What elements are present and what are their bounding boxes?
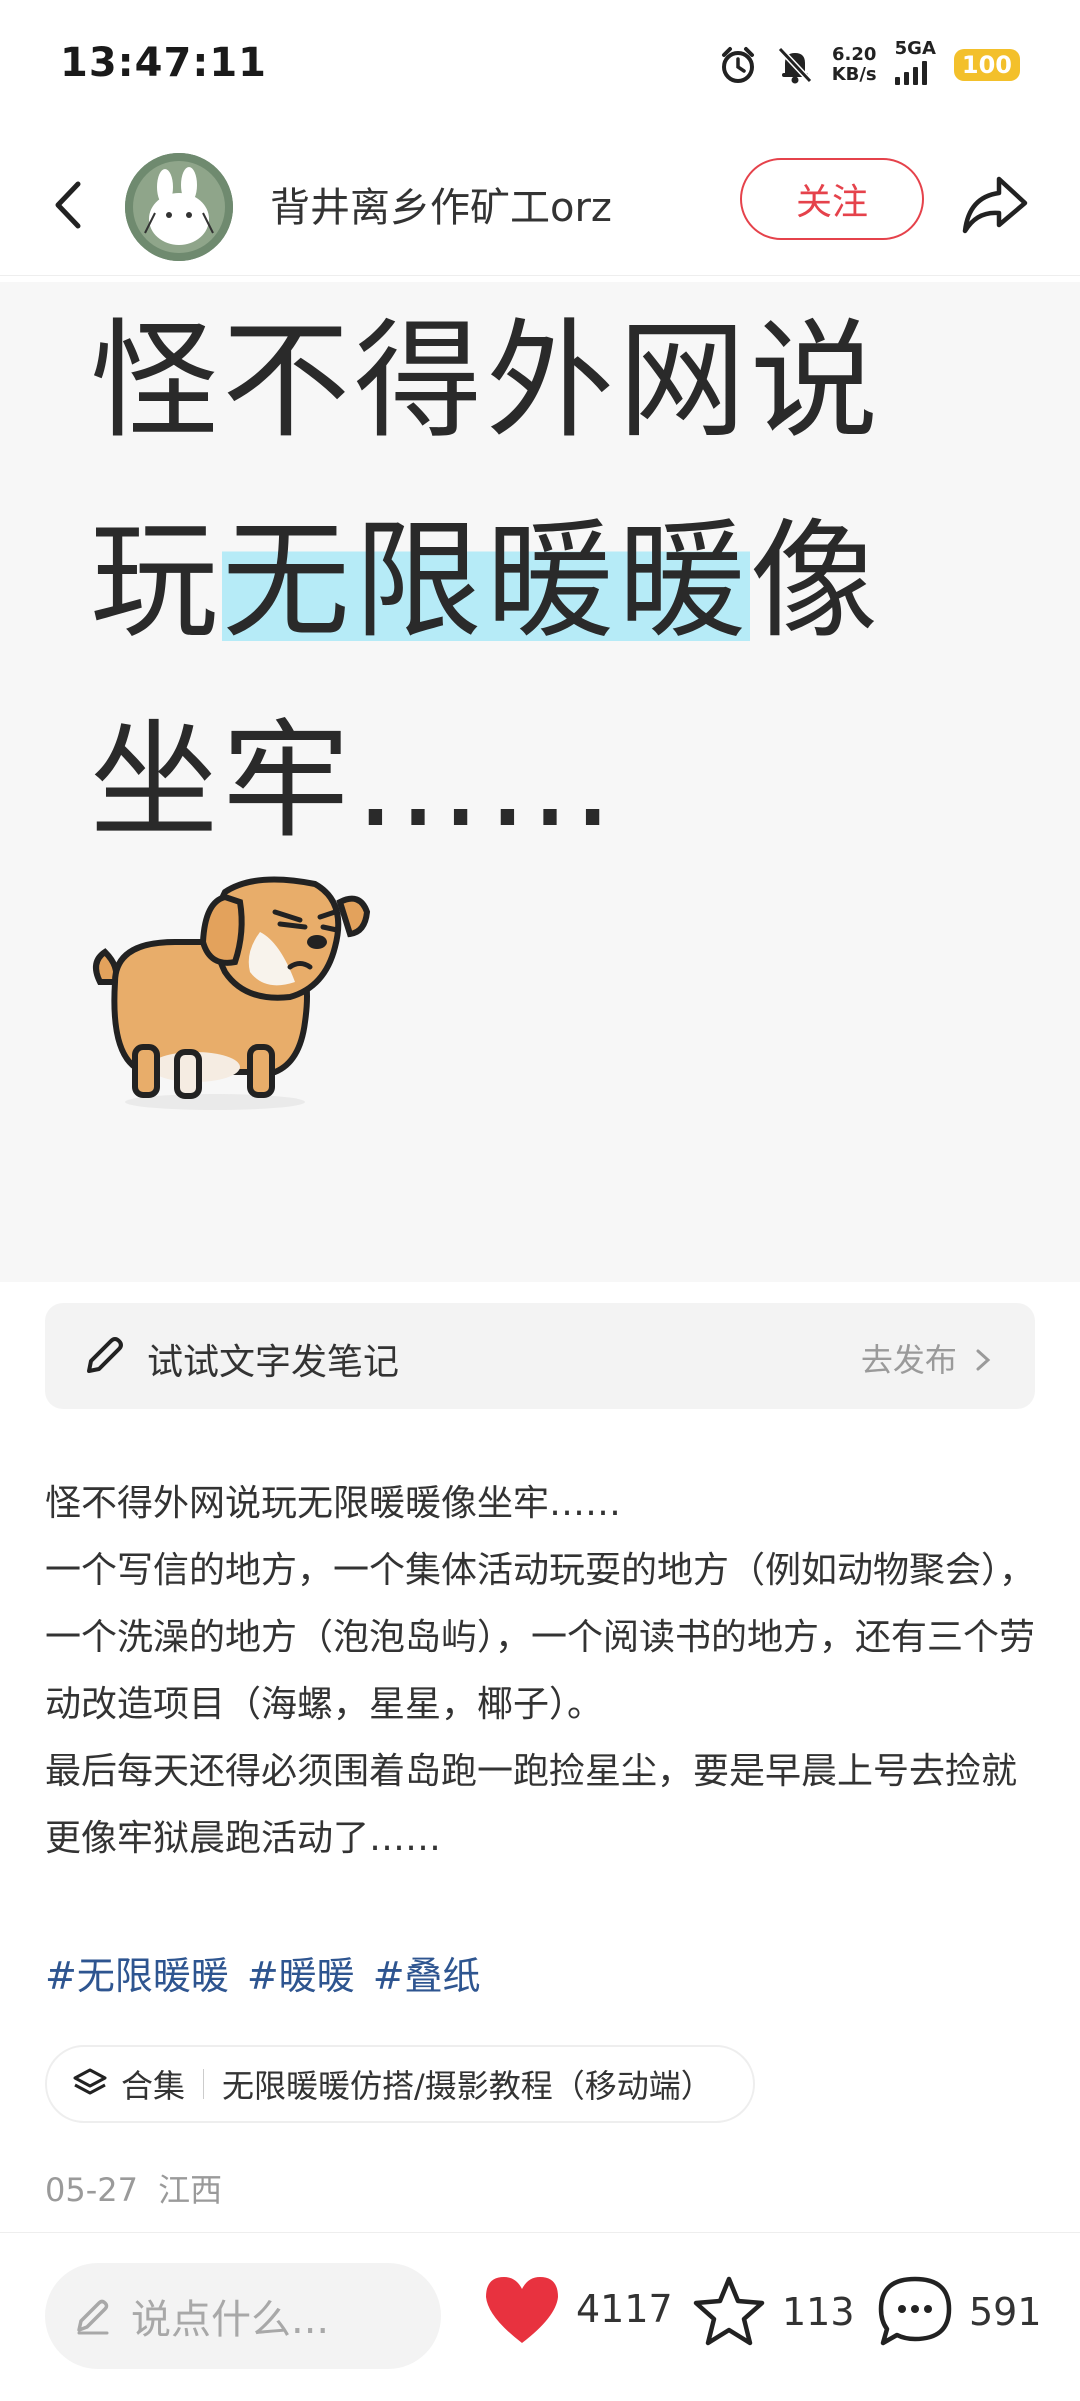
- bottom-action-bar: 说点什么... 4117 113 591: [0, 2232, 1080, 2401]
- collect-button[interactable]: 113: [690, 2273, 855, 2351]
- collection-title: 无限暖暖仿搭/摄影教程（移动端）: [222, 2067, 713, 2105]
- like-button[interactable]: 4117: [482, 2273, 673, 2345]
- go-publish-label: 去发布: [860, 1341, 957, 1379]
- hashtag-list: #无限暖暖 #暖暖 #叠纸: [45, 1945, 481, 2000]
- network-speed: 6.20 KB/s: [832, 45, 877, 85]
- hashtag-link[interactable]: #无限暖暖: [45, 1945, 229, 2000]
- follow-button[interactable]: 关注: [740, 158, 924, 240]
- comment-input[interactable]: 说点什么...: [45, 2263, 441, 2369]
- go-publish-button[interactable]: 去发布: [861, 1335, 995, 1381]
- share-arrow-icon: [962, 176, 1028, 234]
- author-avatar[interactable]: [125, 153, 233, 261]
- author-name[interactable]: 背井离乡作矿工orz: [270, 175, 612, 233]
- layers-icon: [73, 2068, 107, 2095]
- hashtag-link[interactable]: #叠纸: [373, 1945, 481, 2000]
- collection-label: 合集: [121, 2067, 186, 2105]
- image-caption-line-3: 坐牢……: [90, 707, 618, 856]
- image-caption-highlight: 无限暖暖: [222, 507, 751, 656]
- image-caption: 怪不得外网说 玩无限暖暖像 坐牢……: [90, 282, 1050, 882]
- collection-divider: [203, 2069, 205, 2099]
- collection-chip[interactable]: 合集 无限暖暖仿搭/摄影教程（移动端）: [45, 2045, 755, 2123]
- comment-count: 591: [969, 2290, 1042, 2334]
- network-speed-value: 6.20: [831, 44, 877, 65]
- rabbit-avatar-icon: [125, 153, 233, 261]
- comment-placeholder: 说点什么...: [131, 2297, 330, 2343]
- hashtag-link[interactable]: #暖暖: [247, 1945, 355, 2000]
- pencil-icon: [87, 1337, 123, 1373]
- network-type: 5GA: [894, 37, 936, 59]
- cell-signal: 5GA: [894, 38, 936, 85]
- text-note-prompt-label: 试试文字发笔记: [147, 1342, 400, 1383]
- status-time: 13:47:11: [60, 40, 267, 86]
- text-note-prompt[interactable]: 试试文字发笔记 去发布: [45, 1303, 1035, 1409]
- status-bar: 13:47:11 6.20 KB/s 5GA 100: [0, 0, 1080, 130]
- image-caption-line-2-end: 像: [750, 507, 883, 656]
- note-header: 背井离乡作矿工orz 关注: [0, 135, 1080, 276]
- back-button[interactable]: [40, 170, 100, 240]
- mute-bell-icon: [777, 46, 812, 84]
- pencil-icon: [77, 2299, 109, 2335]
- chevron-right-icon: [976, 1349, 991, 1371]
- content-paragraph: 最后每天还得必须围着岛跑一跑捡星尘，要是早晨上号去捡就更像牢狱晨跑活动了……: [45, 1751, 1018, 1859]
- image-caption-line-2: 玩无限暖暖像: [90, 482, 1050, 682]
- heart-icon: [486, 2277, 558, 2343]
- note-image[interactable]: 怪不得外网说 玩无限暖暖像 坐牢……: [0, 282, 1080, 1282]
- image-caption-line-2-start: 玩: [90, 507, 223, 656]
- comment-button[interactable]: 591: [875, 2273, 1042, 2351]
- comment-bubble-icon: [878, 2276, 952, 2346]
- collect-count: 113: [782, 2290, 855, 2334]
- post-location: 江西: [158, 2171, 223, 2209]
- content-paragraph: 一个写信的地方，一个集体活动玩耍的地方（例如动物聚会），一个洗澡的地方（泡泡岛屿…: [45, 1550, 1036, 1725]
- signal-bars-icon: [894, 59, 927, 85]
- star-icon: [693, 2276, 765, 2346]
- post-meta: 05-27 江西: [45, 2165, 222, 2211]
- network-speed-unit: KB/s: [831, 64, 877, 85]
- chevron-left-icon: [55, 181, 81, 229]
- like-count: 4117: [576, 2287, 673, 2331]
- dog-sticker-icon: [93, 876, 371, 1110]
- battery-indicator: 100: [953, 49, 1020, 81]
- share-button[interactable]: [955, 165, 1035, 245]
- note-content: 怪不得外网说玩无限暖暖像坐牢…… 一个写信的地方，一个集体活动玩耍的地方（例如动…: [45, 1470, 1045, 1872]
- image-caption-line-1: 怪不得外网说: [90, 307, 883, 456]
- status-icons: 6.20 KB/s 5GA 100: [718, 38, 1020, 90]
- post-date: 05-27: [45, 2171, 138, 2209]
- content-paragraph: 怪不得外网说玩无限暖暖像坐牢……: [45, 1483, 622, 1524]
- alarm-icon: [721, 47, 754, 83]
